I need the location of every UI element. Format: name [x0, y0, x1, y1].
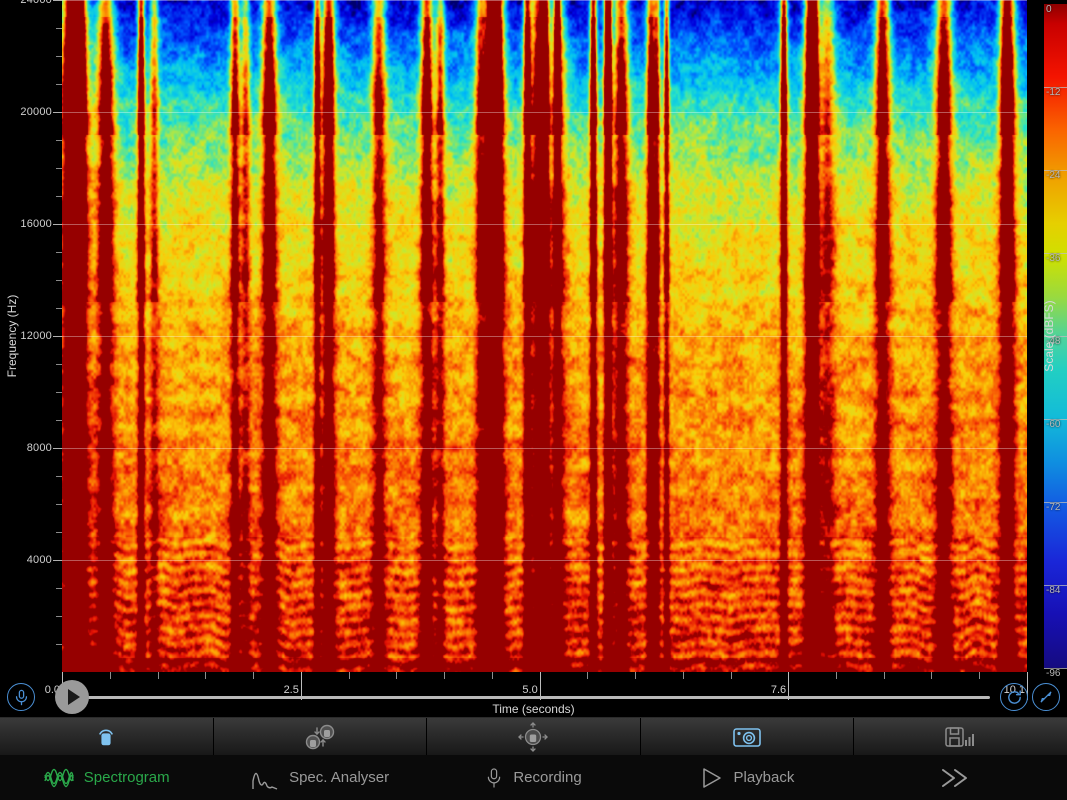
- nav-label-playback: Playback: [733, 769, 795, 786]
- frequency-tick-label: 8000: [26, 442, 52, 454]
- toolbar-save-data-button[interactable]: [854, 718, 1067, 756]
- frequency-tick: [53, 560, 62, 561]
- toolbar-screenshot-button[interactable]: [640, 718, 855, 756]
- play-button[interactable]: [55, 680, 89, 714]
- play-triangle-icon: [68, 689, 80, 705]
- frequency-tick: [56, 56, 62, 57]
- refresh-loop-icon[interactable]: [1000, 683, 1028, 711]
- frequency-tick: [56, 588, 62, 589]
- frequency-tick: [53, 0, 62, 1]
- spectrogram-heatmap[interactable]: [62, 0, 1027, 672]
- scale-colorbar-title: Scale (dBFS): [1042, 300, 1056, 372]
- toolbar-lock-frequency-button[interactable]: [0, 718, 214, 756]
- nav-label-spectrogram: Spectrogram: [83, 769, 170, 786]
- frequency-tick-label: 12000: [20, 330, 52, 342]
- toolbar-lock-pan-all-button[interactable]: [427, 718, 641, 756]
- frequency-tick: [56, 84, 62, 85]
- microphone-icon: [485, 765, 503, 791]
- frequency-tick: [56, 476, 62, 477]
- lock-vertical-icon: [99, 729, 114, 746]
- lock-four-arrows-icon: [518, 722, 549, 752]
- camera-icon: [733, 728, 761, 747]
- frequency-tick: [56, 644, 62, 645]
- frequency-tick: [56, 280, 62, 281]
- frequency-axis-title: Frequency (Hz): [5, 294, 19, 378]
- pencil-edit-icon[interactable]: [1032, 683, 1060, 711]
- scale-tick-label: -72: [1046, 502, 1061, 513]
- play-triangle-icon: [699, 766, 723, 790]
- frequency-tick-label: 20000: [20, 106, 52, 118]
- nav-item-more[interactable]: [854, 755, 1067, 800]
- frequency-tick: [56, 252, 62, 253]
- frequency-tick: [56, 28, 62, 29]
- nav-item-playback[interactable]: Playback: [640, 755, 853, 800]
- bottom-navigation-bar: Spectrogram Spec. Analyser Recording Pla…: [0, 755, 1067, 800]
- frequency-tick: [56, 140, 62, 141]
- scale-tick-label: -24: [1046, 170, 1061, 181]
- frequency-tick: [56, 420, 62, 421]
- microphone-icon[interactable]: [7, 683, 35, 711]
- frequency-tick: [53, 336, 62, 337]
- frequency-tick: [53, 448, 62, 449]
- save-waveform-icon: [944, 727, 974, 747]
- lock-pair-vertical-arrows-icon: [305, 724, 335, 750]
- scale-tick-label: -36: [1046, 253, 1061, 264]
- nav-item-spectrogram[interactable]: Spectrogram: [0, 755, 213, 800]
- frequency-tick: [53, 112, 62, 113]
- waveform-icon: [44, 765, 74, 791]
- scale-tick-label: 0: [1046, 4, 1052, 15]
- scale-tick-label: -12: [1046, 87, 1061, 98]
- transport-controls: [0, 678, 1067, 716]
- nav-label-recording: Recording: [513, 769, 582, 786]
- nav-item-recording[interactable]: Recording: [427, 755, 640, 800]
- toolbar-lock-zoom-vertical-button[interactable]: [213, 718, 428, 756]
- frequency-tick: [56, 504, 62, 505]
- scale-tick-label: -84: [1046, 585, 1061, 596]
- chevron-double-right-icon: [935, 765, 975, 791]
- spectrogram-toolbar: [0, 717, 1067, 756]
- frequency-tick: [56, 532, 62, 533]
- frequency-tick: [56, 364, 62, 365]
- scale-tick-label: -60: [1046, 419, 1061, 430]
- frequency-tick-label: 16000: [20, 218, 52, 230]
- nav-label-spec-analyser: Spec. Analyser: [289, 769, 390, 786]
- frequency-axis: 24000 20000 16000 12000 8000 4000 Frequency (…: [0, 0, 62, 672]
- peak-curve-icon: [251, 765, 279, 791]
- frequency-tick: [56, 392, 62, 393]
- nav-item-spec-analyser[interactable]: Spec. Analyser: [213, 755, 426, 800]
- frequency-tick: [56, 196, 62, 197]
- spectrogram-app: 24000 20000 16000 12000 8000 4000 Frequency (…: [0, 0, 1067, 800]
- frequency-tick: [56, 308, 62, 309]
- frequency-tick: [56, 168, 62, 169]
- frequency-tick-label: 24000: [20, 0, 52, 6]
- playback-slider-track[interactable]: [62, 696, 990, 699]
- frequency-tick: [53, 224, 62, 225]
- frequency-tick-label: 4000: [26, 554, 52, 566]
- frequency-tick: [56, 616, 62, 617]
- spectrogram-plot-area[interactable]: 24000 20000 16000 12000 8000 4000 Frequency (…: [0, 0, 1067, 679]
- scale-colorbar: 0 -12 -24 -36 -48 -60 -72 -84 -96 Scale (dBFS): [1027, 0, 1067, 679]
